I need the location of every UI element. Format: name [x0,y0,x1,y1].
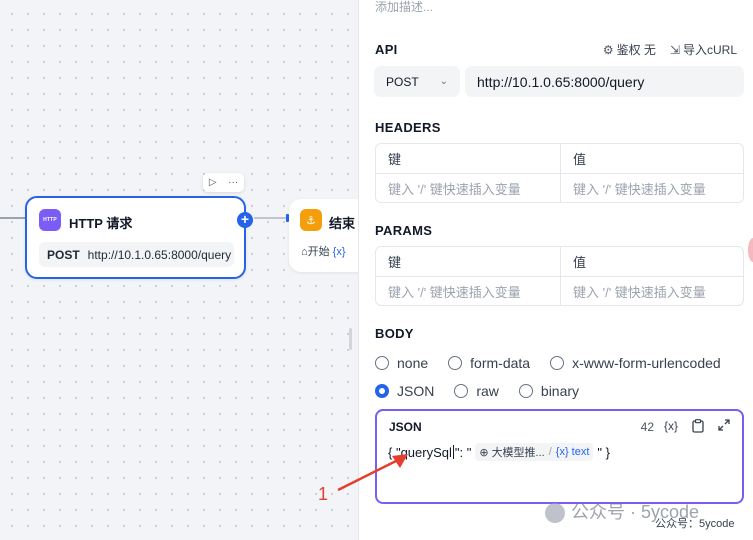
variable-tag: {x} [332,246,346,258]
headers-section-title: HEADERS [375,120,441,135]
node-request-summary: POST http://10.1.0.65:8000/query [39,242,234,267]
incoming-edge [0,217,27,219]
node-url: http://10.1.0.65:8000/query [87,247,232,262]
annotation-arrow [337,454,408,492]
end-node[interactable]: ⚓ 结束 ⌂开始 {x} [289,199,358,272]
expand-icon[interactable] [718,419,730,436]
radio-icon [550,356,565,370]
body-section-title: BODY [375,326,414,341]
node-toolbar: ▷ ··· [203,173,244,192]
radio-icon [454,384,469,398]
header-key-input[interactable]: 键入 '/' 键快速插入变量 [376,174,560,202]
params-table: 键 值 键入 '/' 键快速插入变量 键入 '/' 键快速插入变量 [375,246,744,306]
api-actions: ⚙ 鉴权 无 ⇲ 导入cURL [603,41,737,58]
headers-table: 键 值 键入 '/' 键快速插入变量 键入 '/' 键快速插入变量 [375,143,744,203]
model-icon: ⊕ [479,446,489,459]
value-column-header: 值 [560,247,743,276]
connection-edge [254,217,290,219]
header-value-input[interactable]: 键入 '/' 键快速插入变量 [560,174,743,202]
body-option-raw[interactable]: raw [454,383,499,399]
end-icon: ⚓ [300,209,322,231]
param-key-input[interactable]: 键入 '/' 键快速插入变量 [376,277,560,305]
import-curl-button[interactable]: ⇲ 导入cURL [670,41,737,58]
description-input[interactable]: 添加描述... [375,0,433,15]
json-body-editor[interactable]: JSON 42 {x} { "querySql ": " ⊕ 大模型推... / … [375,409,744,504]
method-select[interactable]: POST ⌄ [374,66,460,97]
json-editor-title: JSON [389,420,422,434]
watermark-small: 公众号：5ycode [655,518,735,530]
radio-icon [448,356,463,370]
resize-handle[interactable] [349,328,352,350]
http-icon: HTTP [39,209,61,231]
body-type-options: none form-data x-www-form-urlencoded [375,355,721,371]
chevron-down-icon: ⌄ [439,76,448,87]
json-editor-tools: {x} [664,419,730,436]
radio-icon [375,356,389,370]
floating-widget[interactable] [748,238,753,262]
http-request-node[interactable]: HTTP HTTP 请求 POST http://10.1.0.65:8000/… [25,196,253,279]
home-icon: ⌂ [301,246,308,258]
workflow-canvas[interactable]: ▷ ··· HTTP HTTP 请求 POST http://10.1.0.65… [0,0,358,540]
json-code[interactable]: { "querySql ": " ⊕ 大模型推... / {x} text " } [388,443,610,461]
auth-button[interactable]: ⚙ 鉴权 无 [603,41,656,58]
node-title: 结束 [329,216,356,231]
body-option-form-data[interactable]: form-data [448,355,530,371]
params-section-title: PARAMS [375,223,433,238]
gear-icon: ⚙ [602,43,614,57]
value-column-header: 值 [560,144,743,173]
variable-chip[interactable]: ⊕ 大模型推... / {x} text [475,443,594,461]
insert-variable-icon[interactable]: {x} [664,419,678,436]
param-value-input[interactable]: 键入 '/' 键快速插入变量 [560,277,743,305]
key-column-header: 键 [388,255,402,270]
wechat-icon [545,503,565,524]
body-option-json[interactable]: JSON [375,383,434,399]
body-option-none[interactable]: none [375,355,428,371]
import-icon: ⇲ [669,43,680,57]
char-count: 42 [640,420,654,434]
body-type-options: JSON raw binary [375,383,579,399]
radio-checked-icon [375,384,389,398]
url-input[interactable]: http://10.1.0.65:8000/query [465,66,744,97]
annotation-label: 1 [318,484,329,504]
body-option-binary[interactable]: binary [518,383,579,399]
node-title: HTTP 请求 [69,216,133,231]
radio-icon [518,384,533,398]
api-section-title: API [375,42,398,57]
key-column-header: 键 [388,152,402,167]
run-node-icon[interactable]: ▷ [209,177,217,188]
node-method: POST [47,247,80,262]
clipboard-icon[interactable] [692,419,704,436]
body-option-urlencoded[interactable]: x-www-form-urlencoded [550,355,721,371]
text-cursor [452,445,454,459]
end-variable: ⌂开始 {x} [301,246,346,258]
more-options-icon[interactable]: ··· [228,177,238,188]
add-node-icon[interactable]: + [237,212,253,228]
